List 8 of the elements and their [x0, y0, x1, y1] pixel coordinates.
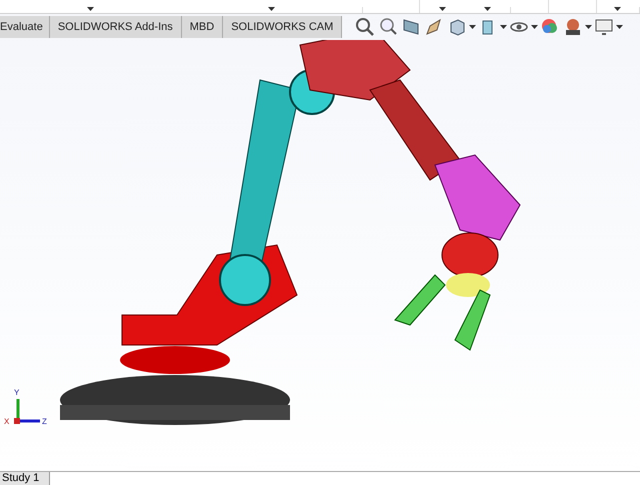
- ribbon-tab[interactable]: MBD: [182, 16, 224, 38]
- ribbon-tab[interactable]: Evaluate: [0, 16, 50, 38]
- y-axis-label: Y: [14, 387, 20, 399]
- x-axis-label: X: [4, 416, 10, 428]
- ribbon-tab[interactable]: SOLIDWORKS CAM: [223, 16, 342, 38]
- z-axis-label: Z: [42, 416, 47, 428]
- ribbon-tab[interactable]: SOLIDWORKS Add-Ins: [50, 16, 182, 38]
- study-tab[interactable]: Study 1: [0, 472, 50, 485]
